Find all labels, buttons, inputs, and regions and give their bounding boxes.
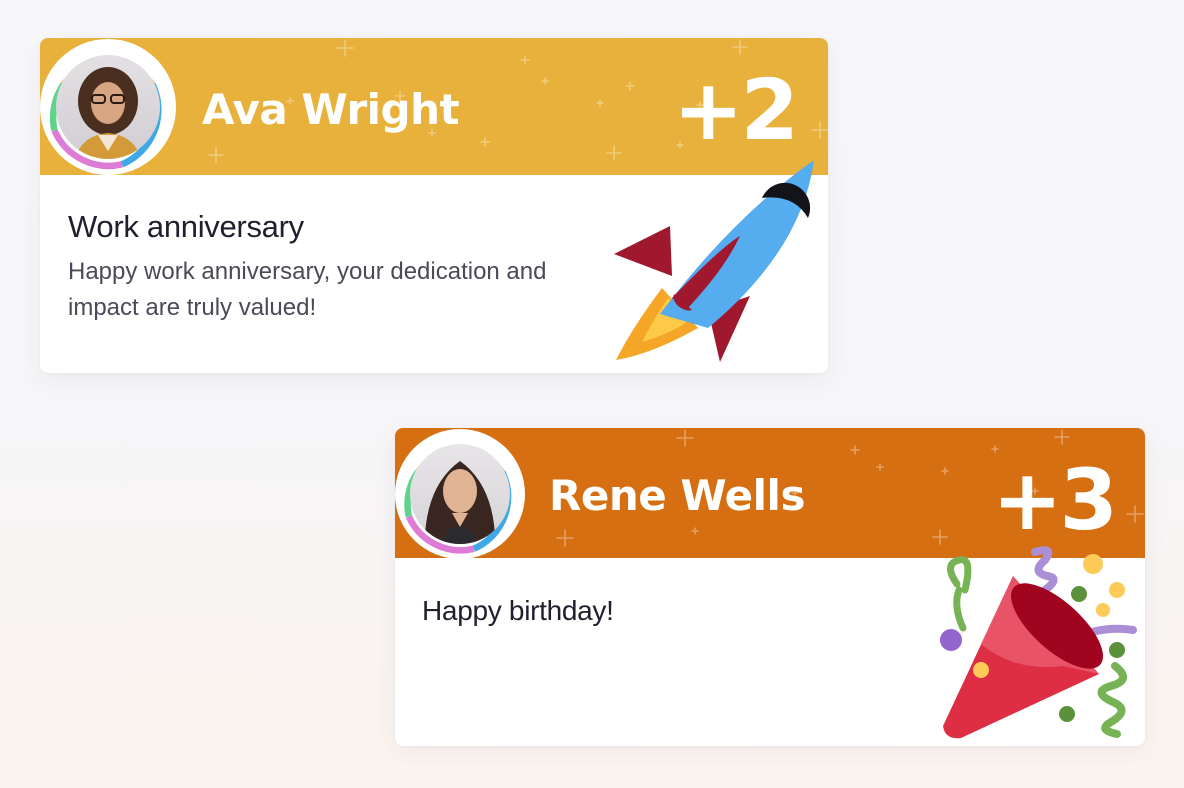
celebration-card[interactable]: Ava Wright +2 Work anniversary Happy wor… (40, 38, 828, 373)
card-message: Happy work anniversary, your dedication … (68, 258, 547, 321)
reaction-count[interactable]: +3 (992, 458, 1118, 542)
party-popper-icon (940, 546, 1137, 739)
card-title: Happy birthday! (422, 595, 614, 626)
reaction-count[interactable]: +2 (673, 68, 799, 152)
celebration-card[interactable]: Rene Wells +3 Happy birthday! (395, 428, 1145, 746)
person-name: Ava Wright (202, 85, 460, 134)
rocket-icon (614, 160, 814, 362)
avatar[interactable] (40, 39, 176, 175)
avatar[interactable] (395, 429, 525, 559)
card-title: Work anniversary (68, 209, 304, 244)
person-name: Rene Wells (549, 471, 805, 520)
